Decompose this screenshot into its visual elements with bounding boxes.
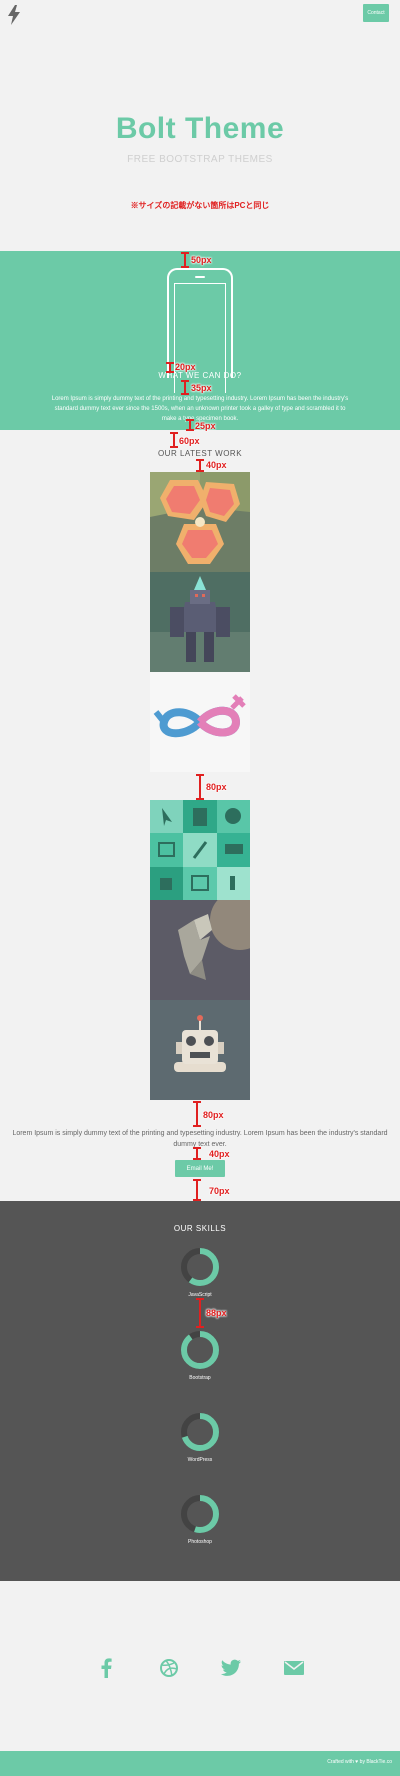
portfolio-item-1[interactable] <box>150 472 250 572</box>
skill-ring-wordpress <box>179 1411 221 1453</box>
spacing-label-88: 88px <box>206 1308 227 1318</box>
skill-ring-svg <box>181 1495 219 1533</box>
spacing-label-40a: 40px <box>206 460 227 470</box>
spacing-label-40b: 40px <box>209 1149 230 1159</box>
what-text: Lorem Ipsum is simply dummy text of the … <box>51 396 349 422</box>
skill-ring-svg <box>181 1413 219 1451</box>
skill-label-photoshop: Photoshop <box>188 1539 212 1545</box>
skill-ring-javascript <box>179 1246 221 1288</box>
footer-credit: Crafted with ♥ by BlackTie.co <box>327 1759 392 1765</box>
facebook-icon[interactable] <box>95 1657 117 1679</box>
skill-label-wordpress: WordPress <box>187 1457 213 1463</box>
skill-ring-photoshop <box>179 1493 221 1535</box>
dribbble-icon[interactable] <box>158 1657 180 1679</box>
spacing-label-60: 60px <box>179 436 200 446</box>
phone-speaker <box>195 276 205 278</box>
work-heading: OUR LATEST WORK <box>157 449 243 458</box>
skill-label-bootstrap: Bootstrap <box>189 1375 211 1381</box>
spacing-label-80b: 80px <box>203 1110 224 1120</box>
hero-title: Bolt Theme <box>115 112 285 145</box>
spacing-label-20: 20px <box>175 362 196 372</box>
spacing-marker-35 <box>181 380 189 395</box>
contact-button[interactable]: Contact <box>363 4 389 22</box>
skills-heading: OUR SKILLS <box>173 1224 227 1233</box>
spacing-marker-25 <box>186 419 194 431</box>
spacing-marker-20 <box>166 362 174 373</box>
portfolio-item-2[interactable] <box>150 572 250 672</box>
skill-ring-bootstrap <box>179 1329 221 1371</box>
portfolio-item-6[interactable] <box>150 1000 250 1100</box>
spacing-marker-40b <box>193 1147 201 1160</box>
portfolio-item-5[interactable] <box>150 900 250 1000</box>
spacing-marker-80b <box>193 1101 201 1127</box>
spacing-marker-70 <box>193 1179 201 1201</box>
spacing-label-50: 50px <box>191 255 212 265</box>
spacing-marker-60 <box>170 432 178 448</box>
spacing-label-35: 35px <box>191 383 212 393</box>
spacing-label-70: 70px <box>209 1186 230 1196</box>
size-note: ※サイズの記載がない箇所はPCと同じ <box>130 201 270 210</box>
email-me-button[interactable]: Email Me! <box>175 1160 225 1177</box>
spacing-label-25: 25px <box>195 421 216 431</box>
skill-ring-svg <box>181 1331 219 1369</box>
skill-ring-fill <box>181 1331 219 1369</box>
spacing-marker-88 <box>196 1298 204 1328</box>
portfolio-item-3[interactable] <box>150 672 250 772</box>
hero-subtitle: FREE BOOTSTRAP THEMES <box>127 154 273 165</box>
portfolio-item-4[interactable] <box>150 800 250 900</box>
spacing-label-80a: 80px <box>206 782 227 792</box>
skill-ring-svg <box>181 1248 219 1286</box>
bolt-logo-icon[interactable] <box>8 5 20 25</box>
spacing-marker-40a <box>196 459 204 472</box>
footer: Crafted with ♥ by BlackTie.co <box>0 1751 400 1776</box>
what-heading: WHAT WE CAN DO? <box>158 371 242 380</box>
spacing-marker-50 <box>181 252 189 268</box>
spacing-marker-80a <box>196 774 204 800</box>
twitter-icon[interactable] <box>220 1657 242 1679</box>
email-icon[interactable] <box>283 1657 305 1679</box>
